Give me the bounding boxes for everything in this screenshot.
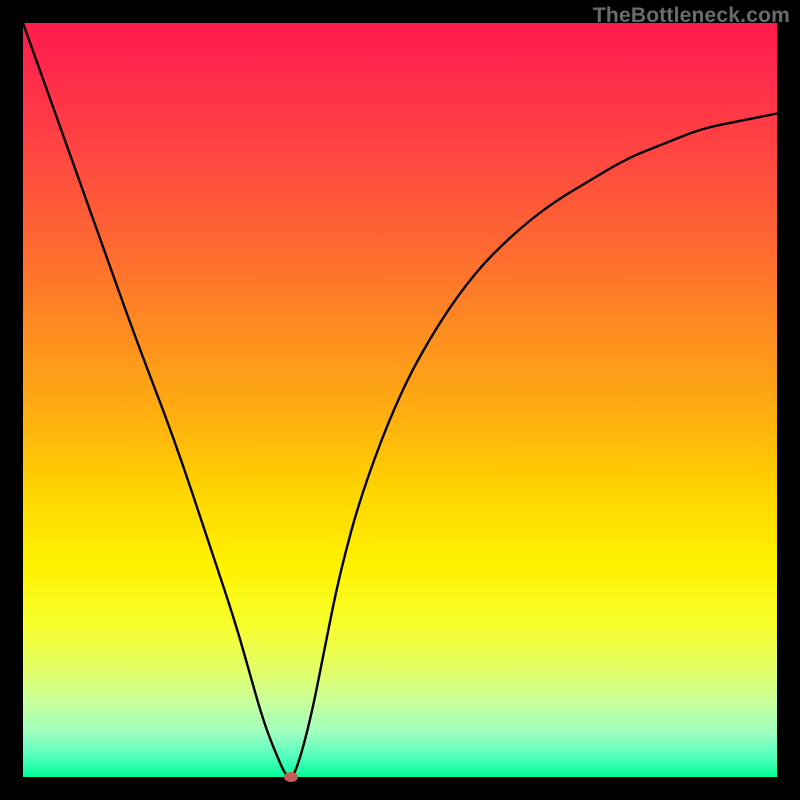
- optimum-marker: [284, 772, 298, 782]
- watermark-text: TheBottleneck.com: [593, 4, 790, 28]
- bottleneck-curve: [23, 23, 777, 777]
- plot-area: [23, 23, 777, 777]
- chart-frame: TheBottleneck.com: [0, 0, 800, 800]
